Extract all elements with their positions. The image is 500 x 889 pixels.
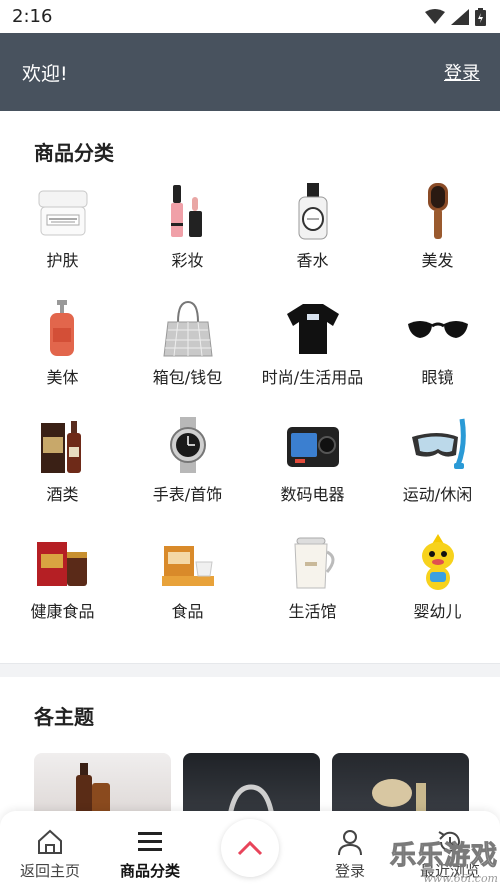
category-label: 护肤 [46,251,79,270]
status-time: 2:16 [12,6,53,27]
category-perfume[interactable]: 香水 [250,179,375,296]
kettle-icon [281,530,345,594]
cream-jar-icon [31,179,95,243]
category-label: 美体 [46,368,79,387]
snorkel-mask-icon [406,413,470,477]
tote-bag-icon [156,296,220,360]
category-label: 食品 [171,602,204,621]
status-bar: 2:16 [0,0,500,33]
watch-icon [156,413,220,477]
perfume-bottle-icon [281,179,345,243]
action-camera-icon [281,413,345,477]
category-label: 香水 [296,251,329,270]
nav-login[interactable]: 登录 [305,826,395,881]
category-label: 酒类 [46,485,79,504]
category-label: 健康食品 [30,602,95,621]
status-icons [425,7,486,26]
category-food[interactable]: 食品 [125,530,250,647]
category-baby[interactable]: 婴幼儿 [375,530,500,647]
category-glasses[interactable]: 眼镜 [375,296,500,413]
watermark: 乐乐游戏 www.66l.com [389,835,498,886]
watermark-text: 乐乐游戏 [389,841,498,872]
wifi-icon [425,8,445,24]
ginseng-box-icon [31,530,95,594]
welcome-text: 欢迎! [22,62,68,85]
categories-title: 商品分类 [34,141,114,165]
category-bags[interactable]: 箱包/钱包 [125,296,250,413]
plush-toy-icon [406,530,470,594]
category-watches[interactable]: 手表/首饰 [125,413,250,530]
login-link[interactable]: 登录 [444,59,480,85]
category-label: 运动/休闲 [402,485,473,504]
chevron-up-icon [237,840,263,856]
nav-login-label: 登录 [334,862,365,880]
category-makeup[interactable]: 彩妆 [125,179,250,296]
category-label: 彩妆 [171,251,204,270]
sunglasses-icon [406,296,470,360]
category-sports[interactable]: 运动/休闲 [375,413,500,530]
tea-box-icon [156,530,220,594]
category-hair[interactable]: 美发 [375,179,500,296]
home-icon [36,826,64,858]
cell-signal-icon [451,8,469,25]
scroll-top-button[interactable] [221,819,279,877]
category-digital[interactable]: 数码电器 [250,413,375,530]
header: 欢迎! 登录 [0,33,500,111]
menu-icon [137,826,163,858]
category-label: 眼镜 [421,368,454,387]
category-grid: 护肤 彩妆 香水 美发 美体 箱包/钱包 时尚/生活用品 眼镜 酒类 手表/首饰… [0,179,500,647]
nav-scroll-top[interactable] [205,819,295,881]
category-label: 美发 [421,251,454,270]
t-shirt-icon [281,296,345,360]
watermark-url: www.66l.com [423,872,498,885]
body-wash-bottle-icon [31,296,95,360]
category-fashion[interactable]: 时尚/生活用品 [250,296,375,413]
battery-icon [475,7,486,26]
category-liquor[interactable]: 酒类 [0,413,125,530]
category-label: 箱包/钱包 [152,368,223,387]
category-skincare[interactable]: 护肤 [0,179,125,296]
lip-gloss-icon [156,179,220,243]
category-body[interactable]: 美体 [0,296,125,413]
category-label: 时尚/生活用品 [261,368,364,387]
themes-title: 各主题 [34,705,94,729]
nav-categories-label: 商品分类 [119,862,180,880]
category-health-food[interactable]: 健康食品 [0,530,125,647]
user-icon [336,826,364,858]
category-label: 手表/首饰 [152,485,223,504]
hairbrush-icon [406,179,470,243]
nav-home[interactable]: 返回主页 [5,826,95,881]
nav-categories[interactable]: 商品分类 [105,826,195,881]
category-living[interactable]: 生活馆 [250,530,375,647]
nav-home-label: 返回主页 [19,862,80,880]
liquor-bottle-icon [31,413,95,477]
section-divider [0,663,500,677]
category-label: 婴幼儿 [413,602,462,621]
category-label: 数码电器 [280,485,345,504]
category-label: 生活馆 [288,602,337,621]
